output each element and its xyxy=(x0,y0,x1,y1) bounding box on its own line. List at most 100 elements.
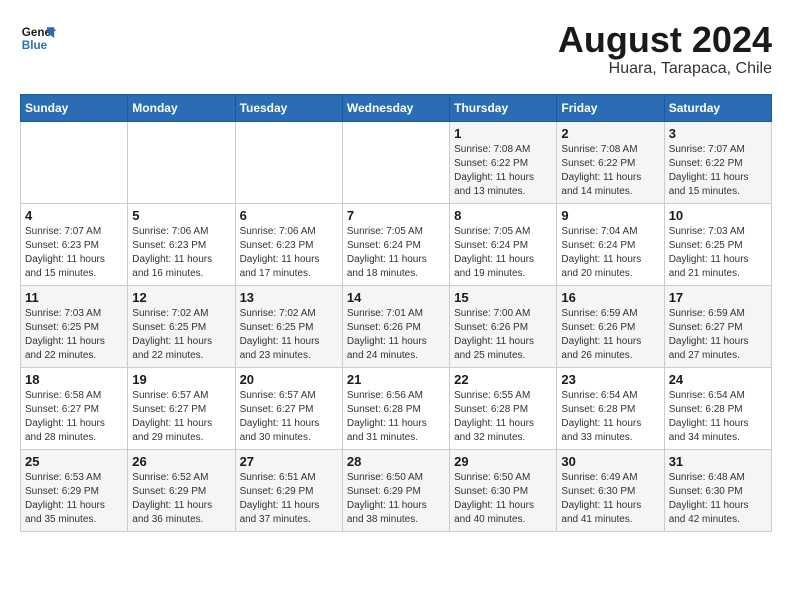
calendar-cell: 5 Sunrise: 7:06 AM Sunset: 6:23 PM Daylig… xyxy=(128,203,235,285)
calendar-cell: 21Sunrise: 6:56 AM Sunset: 6:28 PM Dayli… xyxy=(342,367,449,449)
day-number: 20 xyxy=(240,372,338,387)
day-info: Sunrise: 7:03 AM Sunset: 6:25 PM Dayligh… xyxy=(25,307,123,363)
day-info: Sunrise: 6:55 AM Sunset: 6:28 PM Dayligh… xyxy=(454,389,552,445)
calendar-cell: 24 Sunrise: 6:54 AM Sunset: 6:28 PM Dayli… xyxy=(664,367,771,449)
calendar-cell: 17Sunrise: 6:59 AM Sunset: 6:27 PM Dayli… xyxy=(664,285,771,367)
svg-text:Blue: Blue xyxy=(22,39,48,52)
day-info: Sunrise: 7:02 AM Sunset: 6:25 PM Dayligh… xyxy=(132,307,230,363)
calendar-week-row: 1 Sunrise: 7:08 AM Sunset: 6:22 PM Daylig… xyxy=(21,121,772,203)
day-info: Sunrise: 7:03 AM Sunset: 6:25 PM Dayligh… xyxy=(669,225,767,281)
calendar-cell: 7 Sunrise: 7:05 AM Sunset: 6:24 PM Daylig… xyxy=(342,203,449,285)
calendar-cell: 4 Sunrise: 7:07 AM Sunset: 6:23 PM Daylig… xyxy=(21,203,128,285)
day-number: 12 xyxy=(132,290,230,305)
day-info: Sunrise: 6:48 AM Sunset: 6:30 PM Dayligh… xyxy=(669,471,767,527)
calendar-cell: 12 Sunrise: 7:02 AM Sunset: 6:25 PM Dayli… xyxy=(128,285,235,367)
calendar-cell: 8 Sunrise: 7:05 AM Sunset: 6:24 PM Daylig… xyxy=(450,203,557,285)
calendar-cell: 1 Sunrise: 7:08 AM Sunset: 6:22 PM Daylig… xyxy=(450,121,557,203)
day-number: 3 xyxy=(669,126,767,141)
day-info: Sunrise: 6:59 AM Sunset: 6:26 PM Dayligh… xyxy=(561,307,659,363)
calendar-cell: 13Sunrise: 7:02 AM Sunset: 6:25 PM Dayli… xyxy=(235,285,342,367)
calendar-cell: 19 Sunrise: 6:57 AM Sunset: 6:27 PM Dayli… xyxy=(128,367,235,449)
header-day-tuesday: Tuesday xyxy=(235,94,342,121)
day-info: Sunrise: 7:07 AM Sunset: 6:23 PM Dayligh… xyxy=(25,225,123,281)
day-info: Sunrise: 6:49 AM Sunset: 6:30 PM Dayligh… xyxy=(561,471,659,527)
calendar-title: August 2024 xyxy=(558,20,772,60)
calendar-cell xyxy=(235,121,342,203)
calendar-cell: 30 Sunrise: 6:49 AM Sunset: 6:30 PM Dayli… xyxy=(557,449,664,531)
day-info: Sunrise: 7:00 AM Sunset: 6:26 PM Dayligh… xyxy=(454,307,552,363)
day-number: 2 xyxy=(561,126,659,141)
day-number: 19 xyxy=(132,372,230,387)
logo-icon: General Blue xyxy=(20,20,56,56)
calendar-cell: 11Sunrise: 7:03 AM Sunset: 6:25 PM Dayli… xyxy=(21,285,128,367)
page-header: General Blue August 2024 Huara, Tarapaca… xyxy=(20,20,772,78)
calendar-cell: 15Sunrise: 7:00 AM Sunset: 6:26 PM Dayli… xyxy=(450,285,557,367)
day-info: Sunrise: 6:54 AM Sunset: 6:28 PM Dayligh… xyxy=(561,389,659,445)
day-info: Sunrise: 6:56 AM Sunset: 6:28 PM Dayligh… xyxy=(347,389,445,445)
header-day-sunday: Sunday xyxy=(21,94,128,121)
day-number: 24 xyxy=(669,372,767,387)
calendar-cell: 26 Sunrise: 6:52 AM Sunset: 6:29 PM Dayli… xyxy=(128,449,235,531)
day-number: 26 xyxy=(132,454,230,469)
day-number: 14 xyxy=(347,290,445,305)
day-info: Sunrise: 7:07 AM Sunset: 6:22 PM Dayligh… xyxy=(669,143,767,199)
day-info: Sunrise: 6:57 AM Sunset: 6:27 PM Dayligh… xyxy=(132,389,230,445)
day-number: 6 xyxy=(240,208,338,223)
header-day-wednesday: Wednesday xyxy=(342,94,449,121)
calendar-cell: 2 Sunrise: 7:08 AM Sunset: 6:22 PM Daylig… xyxy=(557,121,664,203)
day-number: 29 xyxy=(454,454,552,469)
calendar-table: SundayMondayTuesdayWednesdayThursdayFrid… xyxy=(20,94,772,532)
day-info: Sunrise: 7:05 AM Sunset: 6:24 PM Dayligh… xyxy=(347,225,445,281)
day-number: 27 xyxy=(240,454,338,469)
day-number: 30 xyxy=(561,454,659,469)
calendar-cell: 28 Sunrise: 6:50 AM Sunset: 6:29 PM Dayli… xyxy=(342,449,449,531)
calendar-cell: 6Sunrise: 7:06 AM Sunset: 6:23 PM Daylig… xyxy=(235,203,342,285)
calendar-cell: 9Sunrise: 7:04 AM Sunset: 6:24 PM Daylig… xyxy=(557,203,664,285)
day-number: 8 xyxy=(454,208,552,223)
day-info: Sunrise: 7:01 AM Sunset: 6:26 PM Dayligh… xyxy=(347,307,445,363)
day-info: Sunrise: 6:52 AM Sunset: 6:29 PM Dayligh… xyxy=(132,471,230,527)
calendar-week-row: 25Sunrise: 6:53 AM Sunset: 6:29 PM Dayli… xyxy=(21,449,772,531)
calendar-cell: 3 Sunrise: 7:07 AM Sunset: 6:22 PM Daylig… xyxy=(664,121,771,203)
calendar-cell: 25Sunrise: 6:53 AM Sunset: 6:29 PM Dayli… xyxy=(21,449,128,531)
header-day-monday: Monday xyxy=(128,94,235,121)
logo: General Blue xyxy=(20,20,56,56)
calendar-cell: 18Sunrise: 6:58 AM Sunset: 6:27 PM Dayli… xyxy=(21,367,128,449)
calendar-cell: 23 Sunrise: 6:54 AM Sunset: 6:28 PM Dayli… xyxy=(557,367,664,449)
calendar-week-row: 11Sunrise: 7:03 AM Sunset: 6:25 PM Dayli… xyxy=(21,285,772,367)
calendar-week-row: 4 Sunrise: 7:07 AM Sunset: 6:23 PM Daylig… xyxy=(21,203,772,285)
calendar-cell: 31 Sunrise: 6:48 AM Sunset: 6:30 PM Dayli… xyxy=(664,449,771,531)
day-number: 1 xyxy=(454,126,552,141)
calendar-cell: 16 Sunrise: 6:59 AM Sunset: 6:26 PM Dayli… xyxy=(557,285,664,367)
day-info: Sunrise: 6:50 AM Sunset: 6:29 PM Dayligh… xyxy=(347,471,445,527)
day-info: Sunrise: 6:51 AM Sunset: 6:29 PM Dayligh… xyxy=(240,471,338,527)
calendar-week-row: 18Sunrise: 6:58 AM Sunset: 6:27 PM Dayli… xyxy=(21,367,772,449)
title-block: August 2024 Huara, Tarapaca, Chile xyxy=(558,20,772,78)
header-day-friday: Friday xyxy=(557,94,664,121)
calendar-cell: 29Sunrise: 6:50 AM Sunset: 6:30 PM Dayli… xyxy=(450,449,557,531)
day-info: Sunrise: 6:54 AM Sunset: 6:28 PM Dayligh… xyxy=(669,389,767,445)
day-info: Sunrise: 6:59 AM Sunset: 6:27 PM Dayligh… xyxy=(669,307,767,363)
day-number: 22 xyxy=(454,372,552,387)
calendar-cell: 20Sunrise: 6:57 AM Sunset: 6:27 PM Dayli… xyxy=(235,367,342,449)
day-number: 4 xyxy=(25,208,123,223)
day-number: 5 xyxy=(132,208,230,223)
day-number: 7 xyxy=(347,208,445,223)
calendar-header-row: SundayMondayTuesdayWednesdayThursdayFrid… xyxy=(21,94,772,121)
day-info: Sunrise: 7:08 AM Sunset: 6:22 PM Dayligh… xyxy=(454,143,552,199)
calendar-cell: 22 Sunrise: 6:55 AM Sunset: 6:28 PM Dayli… xyxy=(450,367,557,449)
day-number: 18 xyxy=(25,372,123,387)
day-number: 28 xyxy=(347,454,445,469)
day-info: Sunrise: 7:08 AM Sunset: 6:22 PM Dayligh… xyxy=(561,143,659,199)
calendar-cell xyxy=(21,121,128,203)
day-info: Sunrise: 6:53 AM Sunset: 6:29 PM Dayligh… xyxy=(25,471,123,527)
calendar-subtitle: Huara, Tarapaca, Chile xyxy=(558,60,772,78)
day-info: Sunrise: 7:06 AM Sunset: 6:23 PM Dayligh… xyxy=(132,225,230,281)
day-info: Sunrise: 7:02 AM Sunset: 6:25 PM Dayligh… xyxy=(240,307,338,363)
day-number: 31 xyxy=(669,454,767,469)
day-number: 16 xyxy=(561,290,659,305)
day-number: 23 xyxy=(561,372,659,387)
header-day-saturday: Saturday xyxy=(664,94,771,121)
calendar-cell: 27 Sunrise: 6:51 AM Sunset: 6:29 PM Dayli… xyxy=(235,449,342,531)
day-info: Sunrise: 7:05 AM Sunset: 6:24 PM Dayligh… xyxy=(454,225,552,281)
